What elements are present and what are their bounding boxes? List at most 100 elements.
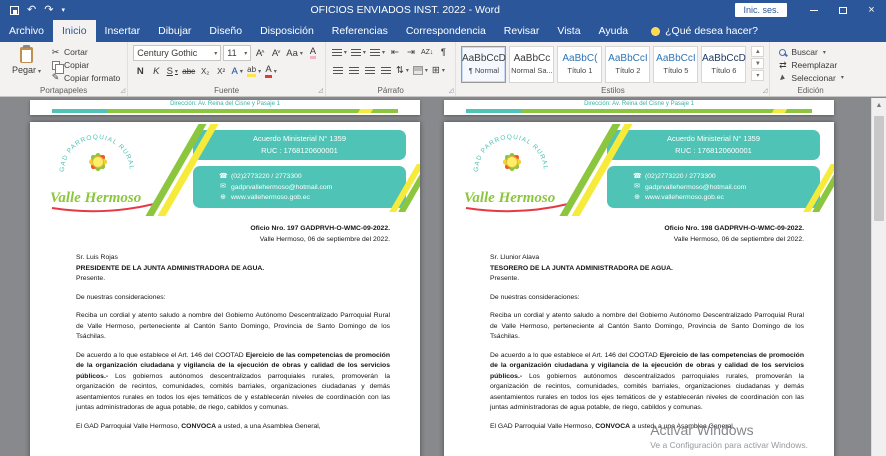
underline-button[interactable]: S [165,64,179,79]
justify-button[interactable] [379,63,393,78]
grow-font-button[interactable]: A˄ [253,46,267,61]
tab-inicio[interactable]: Inicio [53,20,96,42]
pilcrow-icon: ¶ [441,47,446,58]
previous-page-bottom-right[interactable]: Dirección: Av. Reina del Cisne y Pasaje … [444,100,834,115]
paste-clipboard-icon [20,47,33,63]
bold-button[interactable]: N [133,64,147,79]
ruc-line: RUC : 1768120600001 [193,145,406,157]
letter-body[interactable]: Oficio Nro. 198 GADPRVH-O-WMC-09-2022. V… [444,222,834,433]
tab-correspondencia[interactable]: Correspondencia [397,20,495,42]
subscript-button[interactable]: X₂ [198,64,212,79]
multilevel-list-button[interactable] [369,45,386,60]
tab-referencias[interactable]: Referencias [323,20,397,42]
text-effects-button[interactable]: A [230,64,244,79]
ribbon: Pegar ✂ Cortar Copiar ✎ Copiar formato P… [0,42,886,97]
document-page-198[interactable]: GAD PARROQUIAL RURAL Valle Hermoso [444,122,834,456]
shading-button[interactable] [412,63,429,78]
font-name-value: Century Gothic [137,48,197,58]
align-center-button[interactable] [347,63,361,78]
increase-indent-button[interactable]: ⇥ [404,45,418,60]
previous-page-bottom-left[interactable]: Dirección: Av. Reina del Cisne y Pasaje … [30,100,420,115]
svg-text:Valle Hermoso: Valle Hermoso [50,190,141,206]
oficio-number: Oficio Nro. 197 GADPRVH-O-WMC-09-2022. [76,224,390,235]
styles-scroll-down-icon[interactable]: ▼ [751,58,764,69]
sign-in-button[interactable]: Inic. ses. [735,3,787,17]
line-spacing-button[interactable]: ⇅ [395,63,410,78]
close-button[interactable]: × [857,0,886,20]
paragraph-dialog-launcher-icon[interactable]: ◿ [449,88,454,94]
highlight-color-button[interactable]: ab [246,64,262,79]
style-titulo-6[interactable]: AaBbCcD Título 6 [701,46,746,83]
strikethrough-button[interactable]: abc [181,64,196,79]
tab-vista[interactable]: Vista [548,20,589,42]
bullets-button[interactable] [331,45,348,60]
tab-ayuda[interactable]: Ayuda [590,20,638,42]
recipient-title: TESORERO DE LA JUNTA ADMINISTRADORA DE A… [490,264,804,275]
style-titulo-2[interactable]: AaBbCcI Título 2 [605,46,650,83]
group-clipboard: Pegar ✂ Cortar Copiar ✎ Copiar formato P… [0,42,128,96]
close-icon: × [868,5,874,16]
styles-group-label: Estilos [456,86,769,95]
italic-button[interactable]: K [149,64,163,79]
cut-button[interactable]: ✂ Cortar [48,46,122,59]
font-name-combobox[interactable]: Century Gothic [133,45,221,61]
minimize-icon [810,10,818,11]
tab-archivo[interactable]: Archivo [0,20,53,42]
change-case-button[interactable]: Aa [285,46,304,61]
superscript-button[interactable]: X² [214,64,228,79]
show-formatting-marks-button[interactable]: ¶ [436,45,450,60]
tab-diseno[interactable]: Diseño [200,20,251,42]
numbering-button[interactable] [350,45,367,60]
tab-revisar[interactable]: Revisar [495,20,549,42]
align-right-icon [365,67,375,74]
tab-disposicion[interactable]: Disposición [251,20,323,42]
font-dialog-launcher-icon[interactable]: ◿ [318,88,323,94]
numbering-icon [351,49,361,56]
align-left-button[interactable] [331,63,345,78]
style-titulo-1[interactable]: AaBbC( Título 1 [557,46,602,83]
document-page-197[interactable]: GAD PARROQUIAL RURAL Valle Hermoso [30,122,420,456]
tab-insertar[interactable]: Insertar [96,20,150,42]
style-titulo-5[interactable]: AaBbCcI Título 5 [653,46,698,83]
recipient-name: Sr. Llunior Alava [490,253,804,264]
align-right-button[interactable] [363,63,377,78]
email-icon: ✉ [219,183,227,191]
copy-button[interactable]: Copiar [48,59,122,72]
redo-icon[interactable]: ↷ [44,5,53,16]
style-normal[interactable]: AaBbCcD ¶ Normal [461,46,506,83]
borders-button[interactable]: ⊞ [431,63,446,78]
replace-icon: ⇄ [777,61,788,70]
clipboard-dialog-launcher-icon[interactable]: ◿ [121,88,126,94]
minimize-button[interactable] [799,0,828,20]
grow-caret-icon: ˄ [261,50,265,56]
group-styles: AaBbCcD ¶ Normal AaBbCc Normal Sa... AaB… [456,42,770,96]
sort-button[interactable]: AZ↓ [420,45,434,60]
tell-me-box[interactable]: ¿Qué desea hacer? [641,20,768,42]
replace-button[interactable]: ⇄ Reemplazar [775,59,845,72]
font-color-button[interactable]: A [264,64,278,79]
scroll-up-icon[interactable]: ▲ [872,98,886,112]
scrollbar-thumb[interactable] [874,116,884,221]
customize-qat-icon[interactable]: ▾ [61,7,65,14]
style-normal-sa[interactable]: AaBbCc Normal Sa... [509,46,554,83]
letter-body[interactable]: Oficio Nro. 197 GADPRVH-O-WMC-09-2022. V… [30,222,420,433]
styles-scroll-up-icon[interactable]: ▲ [751,46,764,57]
shrink-font-button[interactable]: A˅ [269,46,283,61]
styles-gallery-more-icon[interactable]: ▾ [751,70,764,81]
save-icon[interactable] [10,6,19,15]
clear-formatting-button[interactable]: A [306,46,320,61]
paste-button[interactable]: Pegar [5,45,48,84]
paragraph-2: De acuerdo a lo que establece el Art. 14… [76,351,390,414]
find-button[interactable]: Buscar [775,46,845,59]
vertical-scrollbar[interactable]: ▲ [871,98,886,456]
maximize-button[interactable] [828,0,857,20]
website-text: www.vallehermoso.gob.ec [231,194,310,202]
select-button[interactable]: Seleccionar [775,71,845,84]
undo-icon[interactable]: ↶ [27,5,36,16]
tab-dibujar[interactable]: Dibujar [149,20,200,42]
decrease-indent-button[interactable]: ⇤ [388,45,402,60]
styles-dialog-launcher-icon[interactable]: ◿ [763,88,768,94]
group-editing: Buscar ⇄ Reemplazar Seleccionar Edición [770,42,850,96]
font-size-value: 11 [227,48,236,58]
font-size-combobox[interactable]: 11 [223,45,251,61]
